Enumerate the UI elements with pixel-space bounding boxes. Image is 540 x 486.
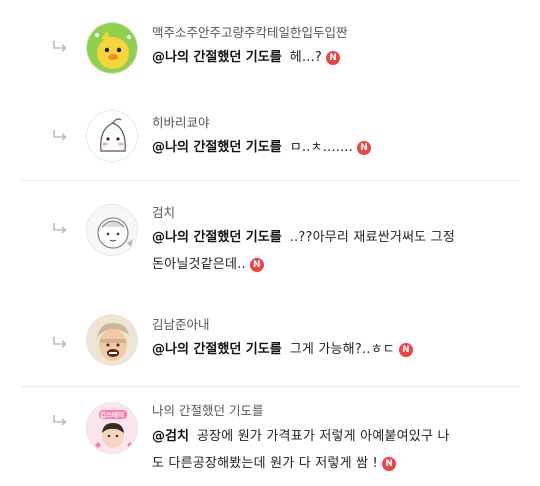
comment-author[interactable]: 히바리쿄야 xyxy=(152,112,210,131)
comment-text: ㅁ..ㅊ....... xyxy=(289,140,354,155)
new-badge: N xyxy=(398,343,413,357)
reply-arrow-icon xyxy=(53,337,67,348)
comment-body: @나의 간절했던 기도를 헤...? N xyxy=(152,44,512,71)
new-badge: N xyxy=(249,258,264,272)
comment-body: @나의 간절했던 기도를 그게 가능해?..ㅎㄷ N xyxy=(152,336,512,363)
comment-author[interactable]: 나의 간절했던 기도를 xyxy=(152,400,263,419)
divider xyxy=(20,386,520,387)
reply-item: 히바리쿄야 @나의 간절했던 기도를 ㅁ..ㅊ....... N xyxy=(0,92,540,180)
reply-item: 맥주소주안주고량주칵테일한입두입짠 @나의 간절했던 기도를 헤...? N xyxy=(0,0,540,90)
reply-item: 검치 @나의 간절했던 기도를 ..??아무리 재료싼거써도 그정 돈아닐것같은데… xyxy=(0,182,540,292)
comment-text: 그게 가능해?..ㅎㄷ xyxy=(289,342,395,357)
reply-item: 겁쓰테이 나의 간절했던 기도를 @검치 공장에 원가 가격표가 저렇게 아예붙여… xyxy=(0,390,540,486)
avatar-sticker-label: 겁쓰테이 xyxy=(100,411,124,419)
new-badge: N xyxy=(381,457,396,471)
comment-author[interactable]: 검치 xyxy=(152,202,175,221)
comment-body: @나의 간절했던 기도를 ..??아무리 재료싼거써도 그정 돈아닐것같은데.. N xyxy=(152,224,512,278)
white-character-avatar-icon[interactable] xyxy=(86,110,138,162)
comment-author[interactable]: 김남준아내 xyxy=(152,314,210,333)
sketch-character-avatar-icon[interactable] xyxy=(86,204,138,256)
comment-mention[interactable]: @나의 간절했던 기도를 xyxy=(152,230,282,245)
reply-item: 김남준아내 @나의 간절했던 기도를 그게 가능해?..ㅎㄷ N xyxy=(0,300,540,388)
yellow-character-avatar-icon[interactable] xyxy=(86,22,138,74)
new-badge: N xyxy=(325,51,340,65)
comment-mention[interactable]: @나의 간절했던 기도를 xyxy=(152,342,282,357)
reply-arrow-icon xyxy=(53,41,67,52)
new-badge: N xyxy=(357,141,372,155)
person-photo-avatar-icon[interactable] xyxy=(86,314,138,366)
reply-arrow-icon xyxy=(53,415,67,426)
comment-body: @나의 간절했던 기도를 ㅁ..ㅊ....... N xyxy=(152,134,512,161)
comment-text: ..??아무리 재료싼거써도 그정 xyxy=(289,230,455,245)
divider xyxy=(20,180,520,181)
comment-mention[interactable]: @나의 간절했던 기도를 xyxy=(152,50,282,65)
comment-text-line2: 도 다른공장해봤는데 원가 다 저렇게 쌈 ! xyxy=(152,456,378,471)
reply-arrow-icon xyxy=(53,130,67,141)
comment-author[interactable]: 맥주소주안주고량주칵테일한입두입짠 xyxy=(152,22,348,41)
reply-arrow-icon xyxy=(53,223,67,234)
comment-text-line2: 돈아닐것같은데.. xyxy=(152,257,246,272)
pink-sticker-avatar-icon[interactable]: 겁쓰테이 xyxy=(86,402,138,454)
comment-reply-list: 맥주소주안주고량주칵테일한입두입짠 @나의 간절했던 기도를 헤...? N 히바리… xyxy=(0,0,540,486)
comment-body: @검치 공장에 원가 가격표가 저렇게 아예붙여있구 나 도 다른공장해봤는데 원… xyxy=(152,423,522,477)
comment-text: 헤...? xyxy=(289,50,322,65)
comment-mention[interactable]: @검치 xyxy=(152,429,189,444)
comment-mention[interactable]: @나의 간절했던 기도를 xyxy=(152,140,282,155)
comment-text: 공장에 원가 가격표가 저렇게 아예붙여있구 나 xyxy=(196,429,450,444)
